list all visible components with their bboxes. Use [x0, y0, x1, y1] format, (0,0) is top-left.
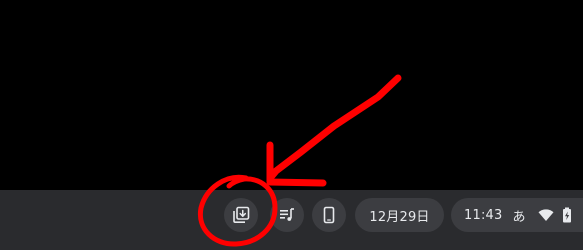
- media-controls-button[interactable]: [270, 198, 304, 232]
- holding-space-icon: [232, 206, 250, 224]
- time-label: 11:43: [464, 207, 503, 223]
- phone-hub-icon: [320, 206, 338, 224]
- ime-indicator: あ: [512, 209, 526, 225]
- holding-space-button[interactable]: [224, 198, 258, 232]
- desktop-screen: 12月29日 11:43 あ: [0, 0, 583, 250]
- system-tray-button[interactable]: 11:43 あ: [451, 198, 583, 232]
- wifi-icon: [538, 208, 554, 222]
- date-tray-button[interactable]: 12月29日: [355, 198, 444, 232]
- battery-charging-icon: [562, 207, 572, 223]
- phone-hub-button[interactable]: [312, 198, 346, 232]
- date-label: 12月29日: [369, 209, 430, 225]
- media-controls-icon: [278, 206, 296, 224]
